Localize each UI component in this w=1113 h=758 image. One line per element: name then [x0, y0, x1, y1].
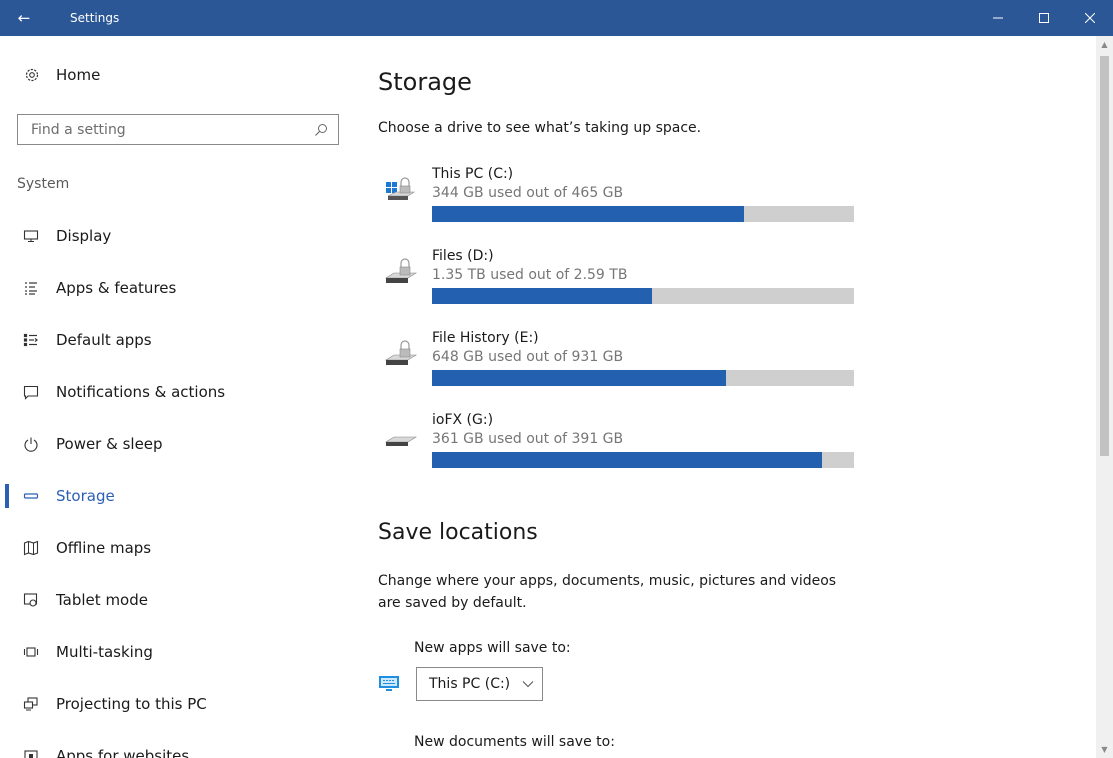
drive-item-c[interactable]: This PC (C:) 344 GB used out of 465 GB: [378, 166, 858, 226]
sidebar-item-label: Tablet mode: [56, 591, 148, 609]
vertical-scrollbar[interactable]: ▲ ▼: [1096, 36, 1113, 758]
search-box[interactable]: [17, 114, 339, 145]
sidebar-item-label: Multi-tasking: [56, 643, 153, 661]
sidebar-item-label: Notifications & actions: [56, 383, 226, 401]
drive-usage-bar: [432, 206, 854, 222]
drive-icon: [384, 258, 418, 283]
map-icon: [22, 539, 40, 557]
sidebar-item-label: Power & sleep: [56, 435, 163, 453]
minimize-button[interactable]: [975, 0, 1021, 36]
active-indicator: [5, 484, 9, 508]
page-title: Storage: [378, 68, 472, 96]
notifications-icon: [22, 383, 40, 401]
removable-drive-icon: [384, 436, 418, 446]
new-apps-row: This PC (C:): [378, 667, 543, 701]
maximize-button[interactable]: [1021, 0, 1067, 36]
search-input[interactable]: [31, 121, 314, 138]
drive-usage-fill: [432, 452, 822, 468]
monitor-icon: [379, 676, 399, 691]
home-link[interactable]: Home: [24, 66, 100, 84]
sidebar: Home System Display Apps & features Defa…: [0, 36, 360, 758]
drive-item-g[interactable]: ioFX (G:) 361 GB used out of 391 GB: [378, 412, 858, 472]
storage-icon: [22, 487, 40, 505]
drive-name: This PC (C:): [432, 166, 514, 182]
drive-usage-bar: [432, 452, 854, 468]
sidebar-item-label: Apps for websites: [56, 747, 190, 758]
drive-usage: 1.35 TB used out of 2.59 TB: [432, 267, 628, 283]
search-icon[interactable]: [314, 123, 328, 137]
drive-item-e[interactable]: File History (E:) 648 GB used out of 931…: [378, 330, 858, 390]
sidebar-item-apps-features[interactable]: Apps & features: [0, 262, 360, 314]
default-apps-icon: [22, 331, 40, 349]
sidebar-item-storage[interactable]: Storage: [0, 470, 360, 522]
drive-item-d[interactable]: Files (D:) 1.35 TB used out of 2.59 TB: [378, 248, 858, 308]
new-apps-label: New apps will save to:: [414, 640, 571, 656]
home-label: Home: [56, 66, 101, 84]
drive-usage-bar: [432, 288, 854, 304]
drive-name: Files (D:): [432, 248, 494, 264]
display-icon: [22, 227, 40, 245]
sidebar-nav: Display Apps & features Default apps Not…: [0, 210, 360, 758]
back-arrow-icon: ←: [17, 9, 31, 27]
scrollbar-thumb[interactable]: [1100, 56, 1109, 456]
title-bar: ← Settings: [0, 0, 1113, 36]
chevron-down-icon: [522, 681, 534, 688]
sidebar-item-notifications[interactable]: Notifications & actions: [0, 366, 360, 418]
drive-name: File History (E:): [432, 330, 539, 346]
projecting-icon: [22, 695, 40, 713]
window-title: Settings: [70, 11, 120, 25]
drive-usage-bar: [432, 370, 854, 386]
power-icon: [22, 435, 40, 453]
new-apps-value: This PC (C:): [429, 676, 511, 692]
sidebar-item-label: Default apps: [56, 331, 152, 349]
sidebar-item-label: Apps & features: [56, 279, 177, 297]
back-button[interactable]: ←: [0, 0, 48, 36]
scroll-down-arrow-icon[interactable]: ▼: [1096, 741, 1113, 758]
apps-websites-icon: [22, 747, 40, 758]
sidebar-item-label: Projecting to this PC: [56, 695, 207, 713]
sidebar-item-label: Offline maps: [56, 539, 152, 557]
drive-usage: 344 GB used out of 465 GB: [432, 185, 624, 201]
sidebar-item-apps-websites[interactable]: Apps for websites: [0, 730, 360, 758]
sidebar-item-multitasking[interactable]: Multi-tasking: [0, 626, 360, 678]
sidebar-item-display[interactable]: Display: [0, 210, 360, 262]
scroll-up-arrow-icon[interactable]: ▲: [1096, 36, 1113, 53]
drive-usage: 361 GB used out of 391 GB: [432, 431, 624, 447]
save-locations-title: Save locations: [378, 520, 538, 545]
sidebar-item-projecting[interactable]: Projecting to this PC: [0, 678, 360, 730]
drive-name: ioFX (G:): [432, 412, 494, 428]
close-button[interactable]: [1067, 0, 1113, 36]
drive-usage-fill: [432, 370, 726, 386]
tablet-mode-icon: [22, 591, 40, 609]
sidebar-item-tablet-mode[interactable]: Tablet mode: [0, 574, 360, 626]
sidebar-item-default-apps[interactable]: Default apps: [0, 314, 360, 366]
section-label-system: System: [17, 176, 70, 192]
sidebar-item-power-sleep[interactable]: Power & sleep: [0, 418, 360, 470]
drive-usage-fill: [432, 206, 745, 222]
window-controls: [975, 0, 1113, 36]
minimize-icon: [993, 17, 1003, 19]
close-icon: [1085, 13, 1095, 23]
drive-usage: 648 GB used out of 931 GB: [432, 349, 624, 365]
apps-features-icon: [22, 279, 40, 297]
drive-usage-fill: [432, 288, 652, 304]
sidebar-item-label: Storage: [56, 487, 115, 505]
drive-icon: [384, 340, 418, 365]
sidebar-item-offline-maps[interactable]: Offline maps: [0, 522, 360, 574]
page-subtitle: Choose a drive to see what’s taking up s…: [378, 120, 702, 136]
maximize-icon: [1039, 13, 1049, 23]
main-content: Storage Choose a drive to see what’s tak…: [378, 36, 1078, 758]
multitasking-icon: [22, 643, 40, 661]
system-drive-icon: [386, 177, 415, 200]
save-locations-description: Change where your apps, documents, music…: [378, 573, 837, 611]
gear-icon: [24, 67, 40, 83]
sidebar-item-label: Display: [56, 227, 112, 245]
new-documents-label: New documents will save to:: [414, 734, 615, 750]
new-apps-dropdown[interactable]: This PC (C:): [416, 667, 543, 701]
